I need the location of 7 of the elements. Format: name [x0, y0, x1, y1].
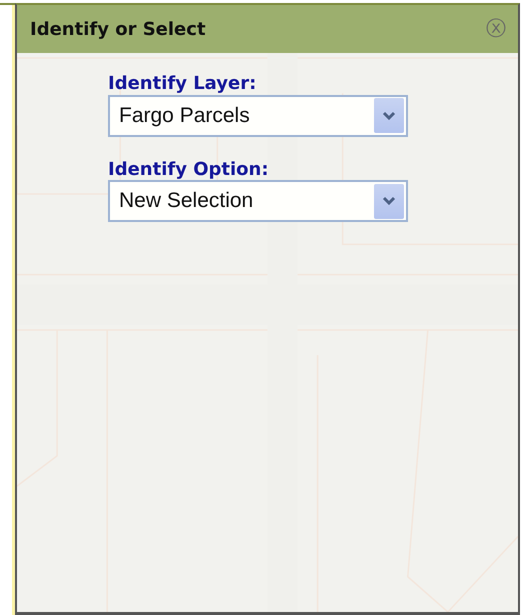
- dropdown[interactable]: New Selection: [108, 180, 408, 222]
- field-label: Identify Option:: [108, 158, 269, 180]
- chevron-down-icon: [374, 98, 404, 134]
- dropdown[interactable]: Fargo Parcels: [108, 94, 408, 137]
- panel-title: Identify or Select: [30, 18, 206, 42]
- field-label: Identify Layer:: [108, 73, 256, 95]
- chevron-down-icon: [374, 184, 404, 219]
